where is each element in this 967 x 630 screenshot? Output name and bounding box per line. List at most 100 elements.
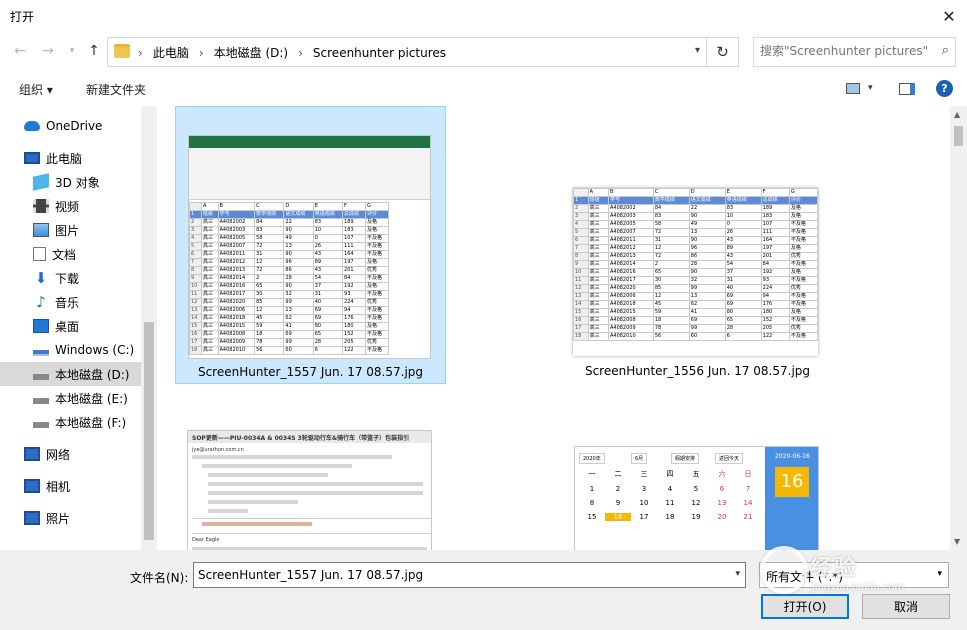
search-icon[interactable]: ⌕ bbox=[942, 43, 949, 58]
close-icon[interactable]: ✕ bbox=[937, 4, 961, 28]
table-cell: 12 bbox=[573, 284, 589, 293]
scrollbar-thumb[interactable] bbox=[144, 322, 154, 540]
table-cell: 5 bbox=[189, 242, 202, 251]
filetype-select[interactable]: 所有文件 (*.*) ▾ bbox=[759, 562, 949, 588]
refresh-button[interactable]: ↻ bbox=[707, 37, 739, 67]
breadcrumb-item-this-pc[interactable]: 此电脑 bbox=[153, 44, 189, 61]
table-cell: A4082012 bbox=[217, 258, 256, 267]
table-cell: 高三 bbox=[587, 260, 609, 269]
table-cell: 不及格 bbox=[364, 330, 390, 339]
sidebar-item-this-pc[interactable]: 此电脑 bbox=[0, 146, 141, 170]
sidebar-item-music[interactable]: ♪ 音乐 bbox=[0, 290, 141, 314]
sidebar-item-3d-objects[interactable]: 3D 对象 bbox=[0, 170, 141, 194]
table-cell: 8 bbox=[189, 266, 202, 275]
table-cell: 高三 bbox=[200, 338, 219, 347]
sidebar-item-pictures[interactable]: 图片 bbox=[0, 218, 141, 242]
table-cell: 高三 bbox=[587, 268, 609, 277]
file-item[interactable]: 2020年 6月 假期安排 返回今天 一二三四五六日 1 2 3 4 5 6 7 8 9 10 11 1… bbox=[562, 406, 833, 550]
table-row: 12 高三 A4082020 85 99 40 224 优秀 bbox=[189, 298, 390, 307]
table-cell: 不及格 bbox=[788, 220, 818, 229]
preview-pane-icon[interactable] bbox=[899, 83, 915, 95]
table-cell: 高三 bbox=[587, 220, 609, 229]
table-cell: 56 bbox=[254, 346, 285, 355]
breadcrumb-item-drive-d[interactable]: 本地磁盘 (D:) bbox=[214, 44, 288, 61]
table-cell: 90 bbox=[688, 236, 726, 245]
table-cell: 224 bbox=[760, 284, 790, 293]
sidebar-scrollbar[interactable] bbox=[141, 106, 157, 550]
file-item[interactable]: A B C D E F G 1 班级 学号 数学成绩 语文成绩 英语成绩 总成绩 评价 2 高三 A4082002… bbox=[562, 106, 833, 384]
table-cell: 评价 bbox=[364, 210, 390, 219]
file-item[interactable]: SOP更新——PIU-0034A & 0034S 3轮驱动行车&骑行车（带篮子）… bbox=[175, 406, 446, 550]
sidebar-item-downloads[interactable]: ⬇ 下载 bbox=[0, 266, 141, 290]
up-arrow-icon[interactable]: ↑ bbox=[84, 41, 104, 61]
sidebar-item-photos[interactable]: 照片 bbox=[0, 506, 141, 530]
scrollbar-thumb[interactable] bbox=[954, 126, 963, 146]
thumbnail-spreadsheet: A B C D E F G 1 班级 学号 数学成绩 语文成绩 英语成绩 总成绩 评价 2 高三 A4082002… bbox=[573, 188, 818, 341]
chevron-down-icon[interactable]: ▾ bbox=[868, 83, 873, 93]
forward-arrow-icon[interactable]: → bbox=[38, 41, 58, 61]
recent-locations-chevron-icon[interactable]: ▾ bbox=[62, 41, 82, 61]
file-item[interactable]: A B C D E F G 1 班级 学号 数学成绩 语文成绩 英语成绩 总成绩 评价 2 高三 A4082002… bbox=[175, 106, 446, 384]
search-box[interactable]: ⌕ bbox=[753, 37, 956, 67]
table-cell: 86 bbox=[283, 266, 314, 275]
address-bar[interactable]: › 此电脑 › 本地磁盘 (D:) › Screenhunter picture… bbox=[107, 37, 707, 67]
cancel-button[interactable]: 取消 bbox=[862, 594, 950, 619]
back-arrow-icon[interactable]: ← bbox=[10, 41, 30, 61]
filename-input[interactable] bbox=[198, 568, 718, 582]
table-cell: 高三 bbox=[200, 290, 219, 299]
table-cell: 22 bbox=[688, 204, 726, 213]
table-cell: 优秀 bbox=[364, 298, 390, 307]
scroll-down-icon[interactable]: ▼ bbox=[954, 537, 960, 546]
breadcrumb-separator-icon[interactable]: › bbox=[199, 46, 204, 60]
open-button[interactable]: 打开(O) bbox=[761, 594, 849, 619]
table-cell: 不及格 bbox=[364, 314, 390, 323]
sidebar-item-desktop[interactable]: 桌面 bbox=[0, 314, 141, 338]
table-cell: 14 bbox=[189, 314, 202, 323]
sidebar-item-documents[interactable]: 文档 bbox=[0, 242, 141, 266]
table-cell: 85 bbox=[652, 284, 690, 293]
table-cell: 不及格 bbox=[788, 260, 818, 269]
chevron-down-icon[interactable]: ▾ bbox=[695, 45, 700, 56]
table-cell: 83 bbox=[312, 218, 344, 227]
chevron-down-icon[interactable]: ▾ bbox=[735, 569, 740, 579]
calendar-day: 18 bbox=[665, 513, 675, 521]
calendar-grid: 一二三四五六日 1 2 3 4 5 6 7 8 9 10 11 12 13 14 15 16 17 18 19 20 21 bbox=[579, 469, 761, 521]
table-cell: 高三 bbox=[200, 330, 219, 339]
sidebar-item-camera[interactable]: 相机 bbox=[0, 474, 141, 498]
table-cell: 31 bbox=[254, 250, 285, 259]
breadcrumb-separator-icon[interactable]: › bbox=[298, 46, 303, 60]
table-cell: 9 bbox=[189, 274, 202, 283]
view-mode-icon[interactable] bbox=[846, 83, 860, 94]
sidebar-item-drive-c[interactable]: Windows (C:) bbox=[0, 338, 141, 362]
sidebar-item-drive-d[interactable]: 本地磁盘 (D:) bbox=[0, 362, 141, 386]
table-cell: 班级 bbox=[200, 210, 219, 219]
table-cell: 107 bbox=[760, 220, 790, 229]
table-cell: 18 bbox=[652, 316, 690, 325]
sidebar-item-onedrive[interactable]: OneDrive bbox=[0, 114, 141, 138]
sidebar-item-drive-f[interactable]: 本地磁盘 (F:) bbox=[0, 410, 141, 434]
help-icon[interactable]: ? bbox=[936, 80, 953, 97]
calendar-day: 16 bbox=[605, 513, 631, 521]
table-cell: 40 bbox=[312, 298, 344, 307]
table-cell: 96 bbox=[688, 244, 726, 253]
table-cell: C bbox=[254, 202, 285, 211]
sidebar-item-videos[interactable]: 视频 bbox=[0, 194, 141, 218]
sidebar-item-drive-e[interactable]: 本地磁盘 (E:) bbox=[0, 386, 141, 410]
table-cell: 15 bbox=[189, 322, 202, 331]
table-cell: 43 bbox=[724, 252, 762, 261]
calendar-day: 19 bbox=[691, 513, 701, 521]
sidebar-item-network[interactable]: 网络 bbox=[0, 442, 141, 466]
breadcrumb-item-folder[interactable]: Screenhunter pictures bbox=[313, 46, 446, 60]
table-cell: 10 bbox=[312, 226, 344, 235]
new-folder-button[interactable]: 新建文件夹 bbox=[86, 81, 146, 98]
filename-combobox[interactable]: ▾ bbox=[193, 562, 746, 588]
scroll-up-icon[interactable]: ▲ bbox=[954, 110, 960, 119]
organize-button[interactable]: 组织 ▾ bbox=[19, 81, 53, 98]
table-cell: 152 bbox=[760, 316, 790, 325]
file-list-scrollbar[interactable]: ▲ ▼ bbox=[950, 106, 967, 550]
chevron-down-icon[interactable]: ▾ bbox=[937, 569, 942, 579]
search-input[interactable] bbox=[760, 44, 930, 58]
table-cell: A4082011 bbox=[217, 250, 256, 259]
table-row: 1 班级 学号 数学成绩 语文成绩 英语成绩 总成绩 评价 bbox=[189, 210, 390, 219]
table-cell: 30 bbox=[254, 290, 285, 299]
